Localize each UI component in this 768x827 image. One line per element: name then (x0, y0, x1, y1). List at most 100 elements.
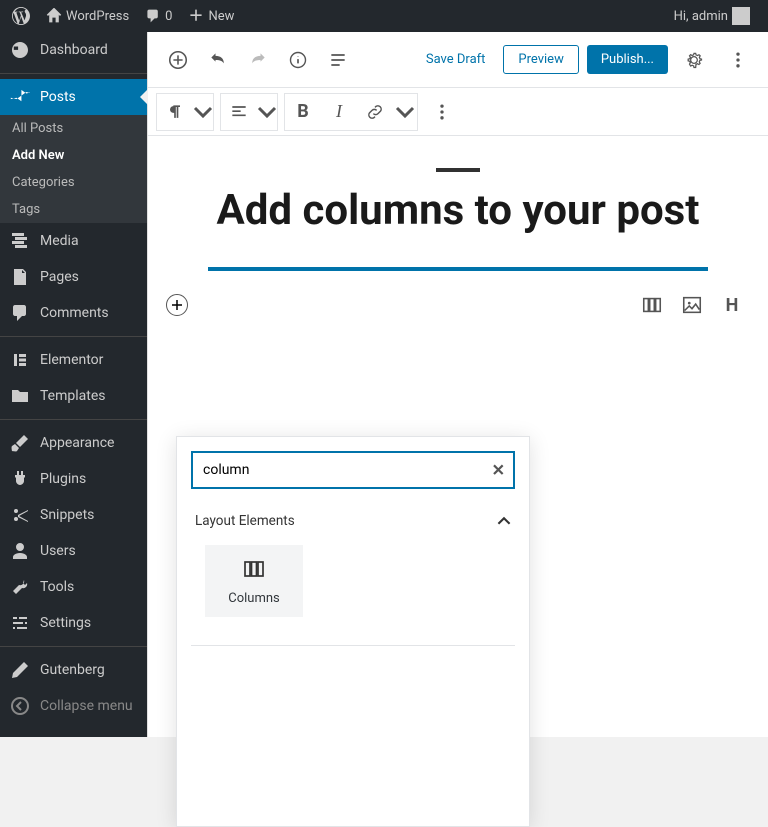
account-link[interactable]: Hi, admin (666, 0, 758, 32)
link-icon (365, 102, 385, 122)
site-name-link[interactable]: WordPress (38, 0, 137, 32)
sub-item-add-new[interactable]: Add New (0, 142, 147, 169)
redo-button[interactable] (240, 42, 276, 78)
sidebar-item-comments[interactable]: Comments (0, 295, 147, 331)
block-inserter-panel: ✕ Layout Elements Columns (176, 436, 530, 827)
brush-icon (10, 433, 30, 453)
editor-header: Save Draft Preview Publish... (148, 32, 768, 88)
sidebar-label-users: Users (40, 543, 76, 559)
home-icon (46, 8, 62, 24)
new-link[interactable]: New (180, 0, 242, 32)
image-icon (681, 294, 703, 316)
wp-logo[interactable] (4, 0, 38, 32)
sub-item-all-posts[interactable]: All Posts (0, 115, 147, 142)
sidebar-label-media: Media (40, 233, 79, 249)
heading-icon: H (726, 295, 739, 316)
align-button[interactable] (221, 94, 257, 130)
outline-button[interactable] (320, 42, 356, 78)
sidebar-item-tools[interactable]: Tools (0, 569, 147, 605)
dots-vertical-icon (728, 50, 748, 70)
undo-button[interactable] (200, 42, 236, 78)
sidebar-item-elementor[interactable]: Elementor (0, 342, 147, 378)
block-more-button[interactable] (424, 94, 460, 130)
comments-link[interactable]: 0 (137, 0, 180, 32)
sidebar-item-appearance[interactable]: Appearance (0, 425, 147, 461)
comment-icon (10, 303, 30, 323)
sidebar-label-elementor: Elementor (40, 352, 103, 368)
empty-block[interactable]: H (208, 267, 708, 323)
save-draft-button[interactable]: Save Draft (416, 46, 496, 73)
heading-quick-button[interactable]: H (714, 287, 750, 323)
plus-icon (171, 299, 183, 311)
sidebar-item-dashboard[interactable]: Dashboard (0, 32, 147, 68)
comment-icon (145, 8, 161, 24)
columns-quick-button[interactable] (634, 287, 670, 323)
link-button[interactable] (357, 94, 393, 130)
sidebar-item-snippets[interactable]: Snippets (0, 497, 147, 533)
sidebar-label-comments: Comments (40, 305, 109, 321)
sidebar-item-posts[interactable]: Posts (0, 79, 147, 115)
collapse-menu[interactable]: Collapse menu (0, 688, 147, 724)
redo-icon (248, 50, 268, 70)
paragraph-button[interactable] (157, 94, 193, 130)
bold-button[interactable]: B (285, 94, 321, 130)
more-menu-button[interactable] (720, 42, 756, 78)
posts-submenu: All Posts Add New Categories Tags (0, 115, 147, 223)
undo-icon (208, 50, 228, 70)
publish-button[interactable]: Publish... (587, 45, 668, 74)
sidebar-item-gutenberg[interactable]: Gutenberg (0, 652, 147, 688)
folder-icon (10, 386, 30, 406)
list-icon (328, 50, 348, 70)
inserter-section-header[interactable]: Layout Elements (177, 503, 529, 539)
site-name: WordPress (66, 9, 129, 24)
sliders-icon (10, 613, 30, 633)
admin-bar: WordPress 0 New Hi, admin (0, 0, 768, 32)
sidebar-item-plugins[interactable]: Plugins (0, 461, 147, 497)
plus-circle-icon (167, 49, 189, 71)
chevron-up-icon (497, 514, 511, 528)
sidebar-label-pages: Pages (40, 269, 79, 285)
sub-item-tags[interactable]: Tags (0, 196, 147, 223)
text-dropdown[interactable] (393, 94, 417, 130)
settings-button[interactable] (676, 42, 712, 78)
chevron-down-icon (193, 102, 213, 122)
clear-search-button[interactable]: ✕ (492, 461, 505, 480)
page-icon (10, 267, 30, 287)
pilcrow-icon (165, 102, 185, 122)
collapse-label: Collapse menu (40, 698, 133, 714)
columns-icon (641, 294, 663, 316)
sidebar-item-settings[interactable]: Settings (0, 605, 147, 641)
preview-button[interactable]: Preview (503, 45, 578, 74)
avatar (732, 7, 750, 25)
dots-vertical-icon (432, 102, 452, 122)
sub-item-categories[interactable]: Categories (0, 169, 147, 196)
paragraph-dropdown[interactable] (193, 94, 213, 130)
sidebar-item-pages[interactable]: Pages (0, 259, 147, 295)
sidebar-item-templates[interactable]: Templates (0, 378, 147, 414)
sidebar-label-templates: Templates (40, 388, 106, 404)
align-left-icon (229, 102, 249, 122)
new-label: New (208, 9, 234, 24)
italic-button[interactable]: I (321, 94, 357, 130)
format-toolbar: B I (148, 88, 768, 136)
block-actions: H (634, 287, 750, 323)
sidebar-label-settings: Settings (40, 615, 91, 631)
sidebar-label-posts: Posts (40, 89, 76, 105)
block-search-input[interactable] (191, 451, 515, 489)
info-button[interactable] (280, 42, 316, 78)
title-accent (436, 168, 480, 172)
comments-count: 0 (165, 9, 172, 24)
image-quick-button[interactable] (674, 287, 710, 323)
sidebar-item-media[interactable]: Media (0, 223, 147, 259)
columns-icon (242, 557, 266, 581)
chevron-down-icon (257, 102, 277, 122)
block-tile-columns[interactable]: Columns (205, 545, 303, 617)
post-title[interactable]: Add columns to your post (208, 186, 708, 235)
scissors-icon (10, 505, 30, 525)
add-block-button[interactable] (160, 42, 196, 78)
inline-inserter-button[interactable] (166, 294, 188, 316)
sidebar-label-dashboard: Dashboard (40, 42, 108, 58)
sidebar-item-users[interactable]: Users (0, 533, 147, 569)
align-dropdown[interactable] (257, 94, 277, 130)
sidebar-label-appearance: Appearance (40, 435, 114, 451)
